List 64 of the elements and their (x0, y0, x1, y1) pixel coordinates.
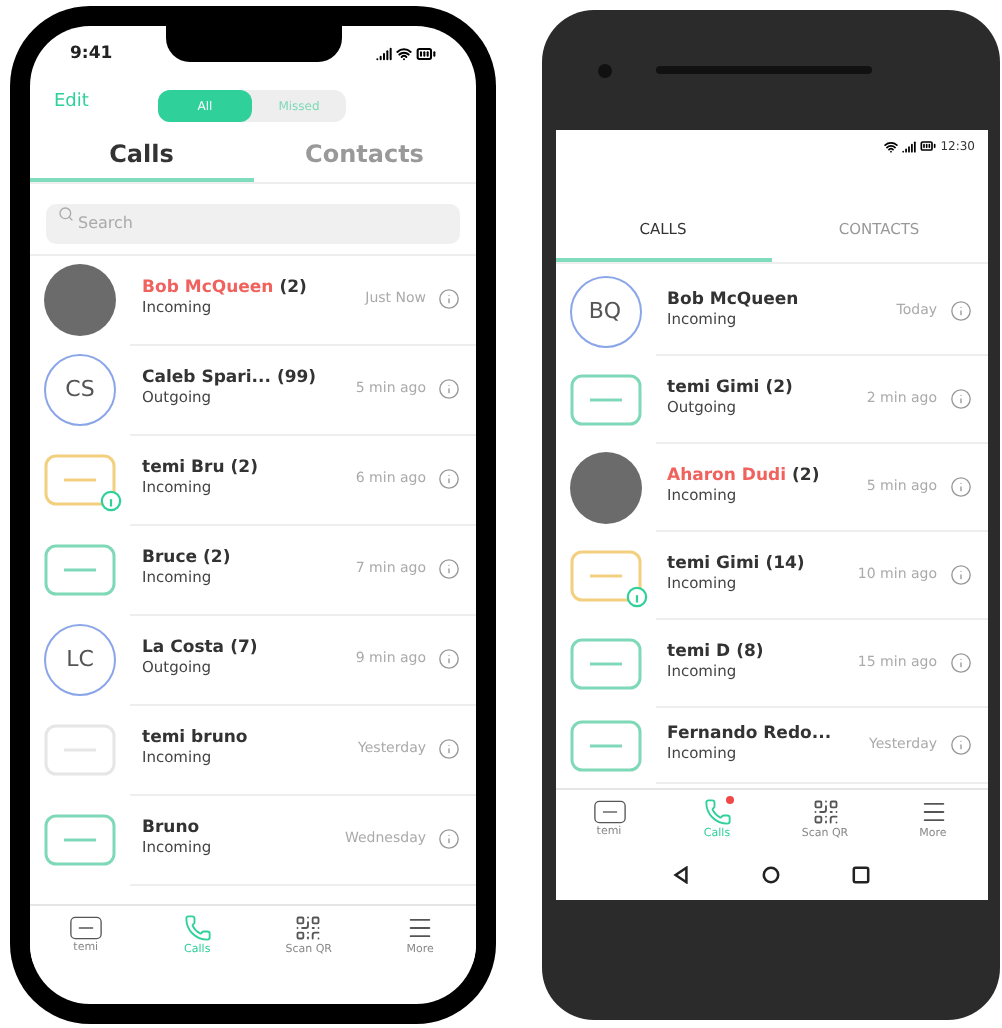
contact-name: temi Gimi (667, 380, 760, 400)
search-field[interactable]: Search (46, 203, 460, 243)
qr-code-icon (811, 797, 839, 826)
battery-icon (920, 138, 937, 154)
info-icon[interactable] (438, 648, 460, 670)
menu-icon (919, 797, 947, 826)
info-icon[interactable] (438, 558, 460, 580)
phone-icon (183, 913, 212, 942)
camera (598, 63, 612, 77)
photo-placeholder (569, 452, 641, 524)
photo-placeholder (44, 264, 116, 336)
contact-name: La Costa (142, 640, 225, 660)
contact-name: temi Bru (142, 460, 225, 480)
call-count: (14) (765, 556, 805, 577)
info-icon[interactable] (949, 300, 971, 322)
phone-icon (703, 797, 731, 826)
info-icon[interactable] (438, 468, 460, 490)
initials-avatar: LC (44, 624, 116, 696)
call-count: (8) (736, 644, 764, 665)
contact-name: Fernando Redo... (667, 726, 832, 746)
search-icon (58, 206, 74, 222)
wifi-icon (396, 46, 412, 62)
wifi-icon (884, 139, 899, 153)
edit-link[interactable]: Edit (54, 90, 89, 118)
call-count: (2) (279, 280, 307, 301)
info-icon[interactable] (949, 476, 971, 498)
tab[interactable]: Calls (30, 130, 253, 182)
menu-icon (406, 913, 435, 942)
call-count: (2) (765, 380, 793, 401)
initials-avatar: CS (44, 354, 116, 426)
info-icon[interactable] (949, 652, 971, 674)
qr-code-icon (294, 913, 323, 942)
info-icon[interactable] (438, 378, 460, 400)
robot-screen-icon (69, 915, 102, 940)
call-count: (2) (792, 468, 820, 489)
tab[interactable]: Contacts (253, 130, 476, 182)
battery-icon (416, 44, 436, 64)
info-icon[interactable] (438, 738, 460, 760)
info-icon[interactable] (949, 388, 971, 410)
home-icon[interactable] (761, 865, 780, 883)
call-count: (2) (203, 550, 231, 570)
contact-name: Bruno (142, 820, 200, 840)
info-icon[interactable] (438, 828, 460, 850)
contact-name: temi D (667, 644, 731, 664)
status-time: 9:41 (70, 41, 113, 67)
contact-name: Bob McQueen (667, 292, 799, 312)
back-icon[interactable] (671, 865, 690, 883)
contact-name: temi Gimi (667, 556, 760, 576)
recents-icon[interactable] (852, 865, 871, 883)
initials-avatar: BQ (569, 276, 641, 348)
info-icon[interactable] (949, 734, 971, 756)
contact-name: Aharon Dudi (667, 468, 787, 488)
signal-icon (376, 46, 392, 62)
contact-name: Caleb Spari... (142, 370, 271, 390)
info-icon[interactable] (949, 564, 971, 586)
call-count: (99) (276, 370, 317, 391)
info-icon[interactable] (438, 288, 460, 310)
signal-icon (902, 139, 917, 153)
contact-name: Bob McQueen (142, 280, 274, 300)
call-count: (7) (230, 640, 258, 661)
contact-name: Bruce (142, 550, 198, 570)
call-count: (2) (230, 460, 258, 481)
contact-name: temi bruno (142, 730, 248, 750)
robot-screen-icon (593, 799, 625, 824)
